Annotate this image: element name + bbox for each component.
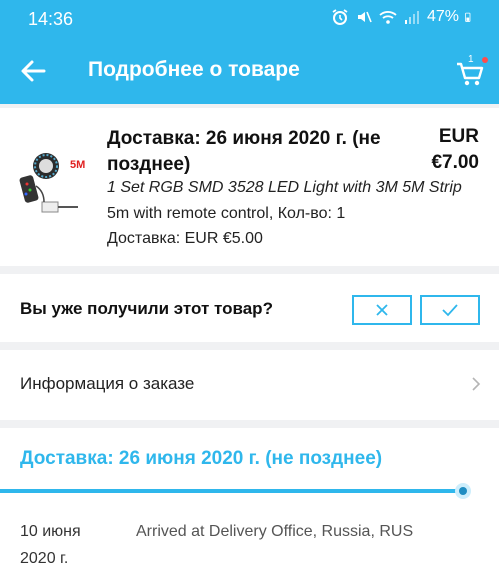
battery-icon <box>465 12 471 22</box>
close-icon <box>376 304 388 316</box>
mute-icon <box>357 11 372 23</box>
product-shipping: Доставка: EUR €5.00 <box>107 230 263 247</box>
status-time: 14:36 <box>28 9 74 29</box>
received-button[interactable] <box>420 295 480 325</box>
cart-button[interactable]: 1 <box>454 54 488 88</box>
order-info-label: Информация о заказе <box>20 374 195 393</box>
wifi-icon <box>379 11 397 24</box>
received-question: Вы уже получили этот товар? <box>20 299 273 318</box>
alarm-icon <box>332 9 348 25</box>
battery-percent: 47% <box>426 8 459 25</box>
tracking-event-date: 10 июня 2020 г. <box>20 523 81 567</box>
product-delivery-title: Доставка: 26 июня 2020 г. (не позднее) <box>107 128 381 175</box>
product-thumbnail: 5M <box>19 153 85 213</box>
cart-count: 1 <box>468 54 474 65</box>
tracking-event-text: Arrived at Delivery Office, Russia, RUS <box>136 523 414 540</box>
back-arrow-icon[interactable] <box>18 57 48 85</box>
status-icons: 47% <box>331 8 475 26</box>
thumb-badge: 5M <box>70 159 85 171</box>
tracking-progress-line <box>0 489 463 493</box>
product-name: 1 Set RGB SMD 3528 LED Light with 3M 5M … <box>107 179 462 196</box>
product-variant: 5m with remote control, Кол-во: 1 <box>107 205 346 222</box>
not-received-button[interactable] <box>352 295 412 325</box>
price-currency: EUR <box>438 126 479 147</box>
tracking-title: Доставка: 26 июня 2020 г. (не позднее) <box>20 448 383 469</box>
chevron-right-icon <box>472 377 481 391</box>
price-value: €7.00 <box>431 152 479 173</box>
notification-dot <box>482 57 488 63</box>
tracking-progress-dot <box>455 483 471 499</box>
check-icon <box>442 304 458 317</box>
status-bar: 14:36 47% <box>0 0 499 38</box>
signal-icon <box>404 11 419 24</box>
page-title: Подробнее о товаре <box>88 58 300 81</box>
app-bar: Подробнее о товаре 1 <box>0 38 499 104</box>
